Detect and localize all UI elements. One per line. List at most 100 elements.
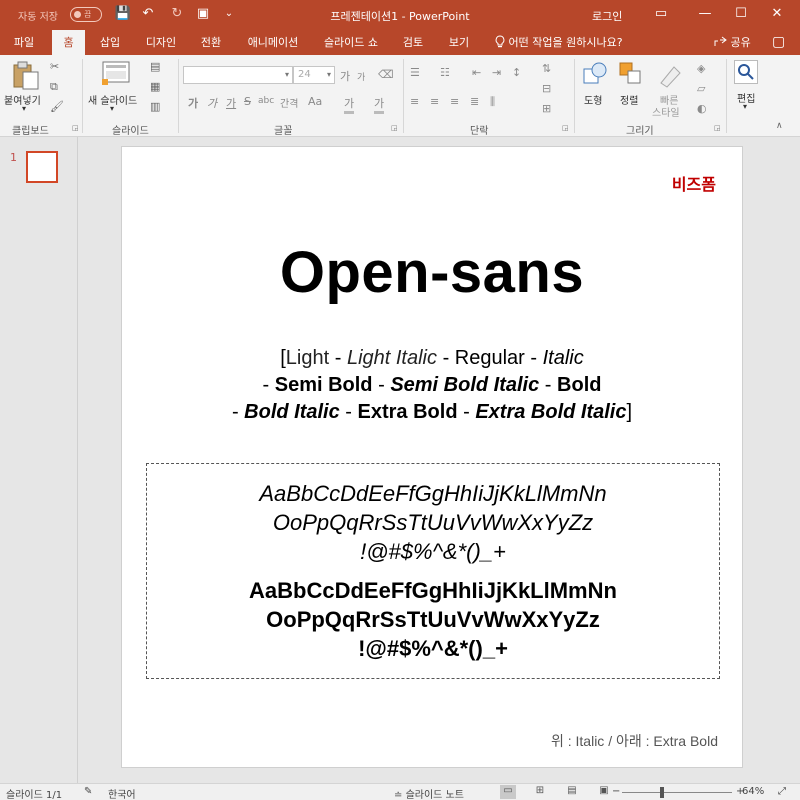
clear-formatting-icon[interactable]: ⌫ xyxy=(378,68,394,81)
paste-dropdown-icon[interactable]: ▾ xyxy=(22,104,26,113)
reading-view-icon[interactable]: ▤ xyxy=(564,785,580,799)
slide-caption[interactable]: 위 : Italic / 아래 : Extra Bold xyxy=(551,731,718,751)
weights-list[interactable]: [Light - Light Italic - Regular - Italic… xyxy=(122,345,742,426)
numbering-icon[interactable]: ☷ xyxy=(440,66,450,79)
paste-icon[interactable] xyxy=(12,61,40,91)
copy-icon[interactable]: ⧉ xyxy=(50,80,58,94)
login-button[interactable]: 로그인 xyxy=(592,8,622,24)
columns-icon[interactable]: ⫼ xyxy=(490,95,495,109)
cut-icon[interactable]: ✂ xyxy=(50,60,59,74)
weight-bold: Bold xyxy=(557,374,602,396)
clipboard-launcher-icon[interactable]: ◲ xyxy=(72,124,79,132)
minimize-icon[interactable]: — xyxy=(694,4,716,24)
new-slide-dropdown-icon[interactable]: ▾ xyxy=(110,104,114,113)
tab-home[interactable]: 홈 xyxy=(52,30,85,55)
align-center-icon[interactable]: ≡ xyxy=(430,95,439,108)
autosave-toggle[interactable]: 끔 xyxy=(70,7,102,22)
spellcheck-icon[interactable]: ✎ xyxy=(84,786,92,797)
line-spacing-icon[interactable]: ↕ xyxy=(512,66,521,79)
tell-me-box[interactable]: 어떤 작업을 원하시나요? xyxy=(495,30,623,55)
font-size-combo[interactable]: 24 ▾ xyxy=(293,66,335,84)
character-spacing-button[interactable]: 간격 xyxy=(280,95,298,110)
zoom-slider-track[interactable] xyxy=(622,792,732,793)
format-painter-icon[interactable]: 🖌 xyxy=(50,100,64,114)
weight-semi-bold-italic: Semi Bold Italic xyxy=(390,374,540,396)
smartart-icon[interactable]: ⊞ xyxy=(542,102,551,115)
arrange-label[interactable]: 정렬 xyxy=(620,92,638,107)
tab-insert[interactable]: 삽입 xyxy=(92,30,128,55)
separator: - xyxy=(262,374,275,396)
align-left-icon[interactable]: ≡ xyxy=(410,95,419,108)
new-slide-icon[interactable] xyxy=(102,61,130,87)
save-icon[interactable]: 💾 xyxy=(114,5,132,23)
tab-review[interactable]: 검토 xyxy=(396,30,430,55)
shrink-font-button[interactable]: 가 xyxy=(357,70,365,83)
notes-button[interactable]: ≐ 슬라이드 노트 xyxy=(394,786,464,800)
share-button[interactable]: 공유 xyxy=(714,30,751,55)
zoom-level[interactable]: 64% xyxy=(742,786,764,797)
quick-styles-label-line2[interactable]: 스타일 xyxy=(652,104,680,119)
comments-icon[interactable]: ▢ xyxy=(772,34,785,50)
reset-icon[interactable]: ▦ xyxy=(150,80,160,94)
language-indicator[interactable]: 한국어 xyxy=(108,786,136,800)
editing-dropdown-icon[interactable]: ▾ xyxy=(743,102,747,111)
tab-slideshow[interactable]: 슬라이드 쇼 xyxy=(318,30,384,55)
shapes-icon[interactable] xyxy=(582,61,608,89)
justify-icon[interactable]: ≣ xyxy=(470,95,479,108)
shadow-button[interactable]: abc xyxy=(258,96,274,106)
paragraph-launcher-icon[interactable]: ◲ xyxy=(562,124,569,132)
layout-icon[interactable]: ▤ xyxy=(150,60,160,74)
tab-file[interactable]: 파일 xyxy=(4,30,44,55)
quick-styles-icon[interactable] xyxy=(658,61,684,89)
weight-light: Light xyxy=(285,347,330,369)
ribbon-display-options-icon[interactable]: ▭ xyxy=(650,4,672,24)
font-launcher-icon[interactable]: ◲ xyxy=(391,124,398,132)
strikethrough-button[interactable]: S xyxy=(244,95,251,108)
collapse-ribbon-icon[interactable]: ∧ xyxy=(776,119,783,133)
font-name-combo[interactable]: ▾ xyxy=(183,66,293,84)
customize-quick-access-icon[interactable]: ⌄ xyxy=(220,5,238,23)
increase-indent-icon[interactable]: ⇥ xyxy=(492,66,501,79)
font-name-dropdown-icon[interactable]: ▾ xyxy=(285,70,289,79)
normal-view-icon[interactable]: ▭ xyxy=(500,785,516,799)
shapes-label[interactable]: 도형 xyxy=(584,92,602,107)
text-direction-icon[interactable]: ⇅ xyxy=(542,62,551,75)
shape-fill-icon[interactable]: ◈ xyxy=(697,62,705,75)
sample-text-box[interactable]: AaBbCcDdEeFfGgHhIiJjKkLlMmNn OoPpQqRrSsT… xyxy=(146,463,720,679)
zoom-slider-thumb[interactable] xyxy=(660,787,664,798)
arrange-icon[interactable] xyxy=(618,61,644,89)
decrease-indent-icon[interactable]: ⇤ xyxy=(472,66,481,79)
slide-canvas[interactable]: 비즈폼 Open-sans [Light - Light Italic - Re… xyxy=(121,146,743,768)
slide-thumbnail[interactable] xyxy=(26,151,58,183)
magnifier-icon[interactable] xyxy=(734,60,758,84)
grow-font-button[interactable]: 가 xyxy=(340,68,350,84)
align-right-icon[interactable]: ≡ xyxy=(450,95,459,108)
section-icon[interactable]: ▥ xyxy=(150,100,160,114)
fit-to-window-icon[interactable]: ⤢ xyxy=(778,786,786,797)
present-from-start-icon[interactable]: ▣ xyxy=(194,5,212,23)
bold-button[interactable]: 가 xyxy=(188,95,198,111)
maximize-icon[interactable]: ☐ xyxy=(730,4,752,24)
change-case-button[interactable]: Aa xyxy=(308,95,322,108)
align-text-icon[interactable]: ⊟ xyxy=(542,82,551,95)
slide-sorter-view-icon[interactable]: ⊞ xyxy=(532,785,548,799)
drawing-launcher-icon[interactable]: ◲ xyxy=(714,124,721,132)
tab-animations[interactable]: 애니메이션 xyxy=(240,30,306,55)
redo-icon[interactable]: ↻ xyxy=(168,5,186,23)
undo-icon[interactable]: ↶ xyxy=(139,5,157,23)
tab-design[interactable]: 디자인 xyxy=(140,30,182,55)
close-icon[interactable]: ✕ xyxy=(766,4,788,24)
slideshow-view-icon[interactable]: ▣ xyxy=(596,785,612,799)
zoom-out-button[interactable]: − xyxy=(612,786,620,797)
shape-outline-icon[interactable]: ▱ xyxy=(697,82,705,95)
highlight-button[interactable]: 가 xyxy=(344,95,355,114)
italic-button[interactable]: 가 xyxy=(207,95,217,111)
font-size-dropdown-icon[interactable]: ▾ xyxy=(327,70,331,79)
shape-effects-icon[interactable]: ◐ xyxy=(697,102,707,115)
tab-view[interactable]: 보기 xyxy=(442,30,476,55)
slide-title[interactable]: Open-sans xyxy=(122,239,742,306)
bullets-icon[interactable]: ☰ xyxy=(410,66,420,79)
font-color-button[interactable]: 가 xyxy=(374,95,385,114)
underline-button[interactable]: 가 xyxy=(226,95,236,111)
tab-transitions[interactable]: 전환 xyxy=(194,30,228,55)
